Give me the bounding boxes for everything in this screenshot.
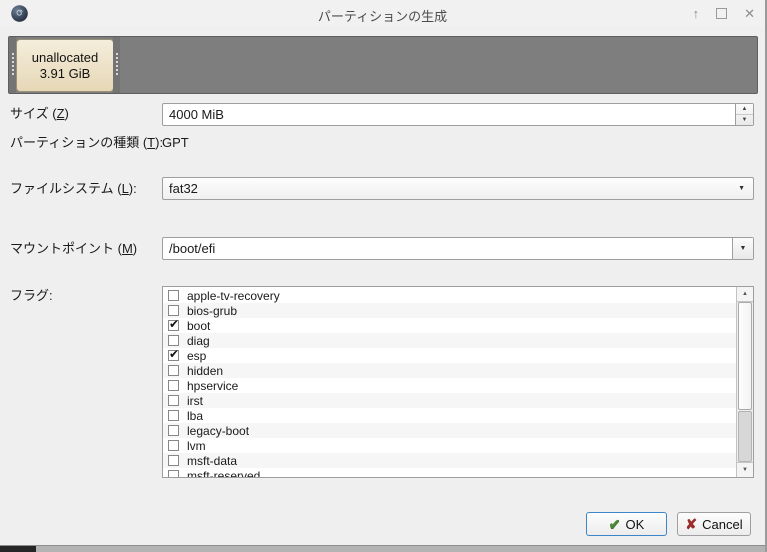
- filesystem-value: fat32: [169, 178, 198, 199]
- partition-type-label: パーティションの種類 (T):: [10, 135, 163, 151]
- cancel-button-label: Cancel: [702, 517, 742, 532]
- partition-type-value: GPT: [162, 135, 189, 151]
- window-resize-corner: [0, 546, 36, 552]
- flags-label: フラグ:: [10, 288, 53, 304]
- flag-label: msft-reserved: [187, 469, 260, 479]
- titlebar[interactable]: パーティションの生成 ↑ ✕: [0, 0, 765, 27]
- spin-down-icon[interactable]: ▼: [736, 115, 753, 125]
- flag-row[interactable]: apple-tv-recovery: [163, 288, 737, 303]
- flag-label: lvm: [187, 439, 206, 453]
- scroll-down-icon[interactable]: ▼: [737, 462, 753, 477]
- flag-row[interactable]: msft-data: [163, 453, 737, 468]
- window-controls: ↑ ✕: [693, 0, 755, 27]
- flag-rows: apple-tv-recoverybios-grub✔bootdiag✔esph…: [163, 288, 737, 478]
- partition-size-bar: unallocated 3.91 GiB: [8, 36, 758, 94]
- filesystem-combobox[interactable]: fat32 ▼: [162, 177, 754, 200]
- close-icon[interactable]: ✕: [744, 7, 755, 20]
- right-resize-handle[interactable]: [113, 37, 120, 93]
- window-bottom-frame: [0, 545, 765, 552]
- window-title: パーティションの生成: [0, 6, 765, 25]
- mountpoint-label: マウントポイント (M): [10, 241, 137, 257]
- scroll-up-icon[interactable]: ▲: [737, 287, 753, 302]
- flag-checkbox[interactable]: [168, 365, 179, 376]
- ok-check-icon: ✔: [609, 517, 621, 531]
- flag-row[interactable]: msft-reserved: [163, 468, 737, 478]
- flag-row[interactable]: hidden: [163, 363, 737, 378]
- flag-row[interactable]: ✔ boot: [163, 318, 737, 333]
- checkmark-icon: ✔: [169, 317, 179, 331]
- mountpoint-combobox[interactable]: /boot/efi ▼: [162, 237, 754, 260]
- flag-checkbox[interactable]: [168, 440, 179, 451]
- size-value: 4000 MiB: [169, 104, 224, 125]
- flag-label: diag: [187, 334, 210, 348]
- flag-row[interactable]: hpservice: [163, 378, 737, 393]
- flag-checkbox[interactable]: [168, 425, 179, 436]
- flag-label: legacy-boot: [187, 424, 249, 438]
- chevron-down-icon: ▼: [738, 185, 745, 192]
- grip-dots-icon: [12, 53, 14, 77]
- flag-row[interactable]: legacy-boot: [163, 423, 737, 438]
- flag-row[interactable]: irst: [163, 393, 737, 408]
- chevron-down-icon: ▼: [740, 245, 747, 252]
- flag-label: bios-grub: [187, 304, 237, 318]
- cancel-button[interactable]: ✘ Cancel: [677, 512, 751, 536]
- cancel-x-icon: ✘: [685, 517, 697, 531]
- spin-up-icon[interactable]: ▲: [736, 104, 753, 115]
- flag-label: lba: [187, 409, 203, 423]
- checkmark-icon: ✔: [169, 347, 179, 361]
- left-resize-handle[interactable]: [9, 37, 16, 93]
- flag-checkbox[interactable]: [168, 470, 179, 478]
- ok-button-label: OK: [625, 517, 644, 532]
- keep-above-icon[interactable]: ↑: [693, 7, 700, 20]
- flag-checkbox[interactable]: ✔: [168, 320, 179, 331]
- scrollbar-thumb[interactable]: [738, 302, 752, 410]
- flag-checkbox[interactable]: [168, 380, 179, 391]
- segment-label: unallocated: [32, 50, 99, 66]
- flag-row[interactable]: diag: [163, 333, 737, 348]
- size-label: サイズ (Z): [10, 106, 69, 122]
- flag-row[interactable]: lvm: [163, 438, 737, 453]
- flag-row[interactable]: bios-grub: [163, 303, 737, 318]
- scrollbar-track[interactable]: [738, 411, 752, 462]
- mountpoint-value: /boot/efi: [169, 238, 215, 259]
- flag-label: msft-data: [187, 454, 237, 468]
- flag-label: hidden: [187, 364, 223, 378]
- grip-dots-icon: [116, 53, 118, 77]
- filesystem-label: ファイルシステム (L):: [10, 181, 137, 197]
- create-partition-dialog: パーティションの生成 ↑ ✕ unallocated 3.91 GiB サイズ …: [0, 0, 767, 552]
- flag-row[interactable]: lba: [163, 408, 737, 423]
- flag-checkbox[interactable]: ✔: [168, 350, 179, 361]
- unallocated-segment[interactable]: unallocated 3.91 GiB: [16, 39, 114, 92]
- flag-label: irst: [187, 394, 203, 408]
- flag-checkbox[interactable]: [168, 455, 179, 466]
- flag-row[interactable]: ✔ esp: [163, 348, 737, 363]
- flag-checkbox[interactable]: [168, 395, 179, 406]
- flag-checkbox[interactable]: [168, 410, 179, 421]
- flag-label: apple-tv-recovery: [187, 289, 280, 303]
- ok-button[interactable]: ✔ OK: [586, 512, 667, 536]
- flag-label: hpservice: [187, 379, 238, 393]
- flags-list[interactable]: apple-tv-recoverybios-grub✔bootdiag✔esph…: [162, 286, 754, 478]
- flag-checkbox[interactable]: [168, 305, 179, 316]
- maximize-icon[interactable]: [716, 8, 727, 19]
- flag-checkbox[interactable]: [168, 290, 179, 301]
- flag-label: boot: [187, 319, 210, 333]
- mountpoint-dropdown-button[interactable]: ▼: [732, 238, 753, 259]
- segment-size: 3.91 GiB: [40, 66, 91, 82]
- flags-scrollbar[interactable]: ▲ ▼: [736, 287, 753, 477]
- spin-buttons: ▲ ▼: [735, 104, 753, 125]
- flag-checkbox[interactable]: [168, 335, 179, 346]
- flag-label: esp: [187, 349, 206, 363]
- size-spinbox[interactable]: 4000 MiB ▲ ▼: [162, 103, 754, 126]
